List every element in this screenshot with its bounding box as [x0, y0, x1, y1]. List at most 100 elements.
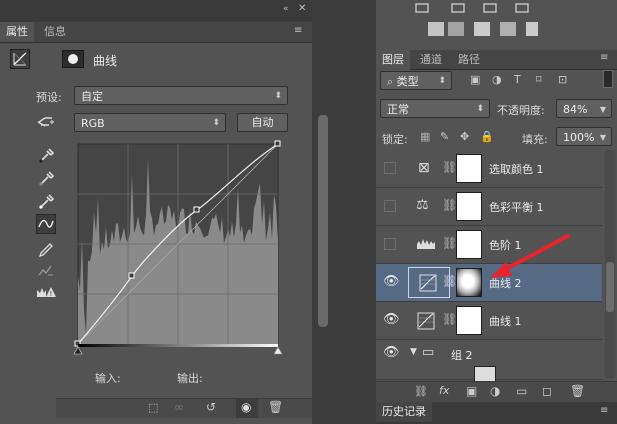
- curve-point[interactable]: [128, 272, 135, 279]
- group-child-thumbnail: [474, 366, 496, 382]
- blend-mode-value: 正常: [387, 103, 409, 116]
- group-row[interactable]: 👁 ▼ ▭ 组 2: [376, 340, 602, 382]
- dropdown-arrow-icon: ⬍: [274, 91, 282, 101]
- tab-channels[interactable]: 通道: [414, 50, 448, 70]
- filter-toggle-switch[interactable]: [603, 70, 613, 88]
- new-adjustment-layer-icon[interactable]: ◑: [490, 384, 500, 398]
- link-icon: ⛓: [442, 312, 458, 326]
- lock-transparent-pixels-icon[interactable]: ▦: [420, 130, 430, 143]
- panel-menu-icon[interactable]: ≡: [600, 405, 608, 416]
- new-layer-icon[interactable]: ◻: [542, 384, 552, 398]
- dropdown-arrow-icon: ▼: [599, 105, 606, 114]
- visibility-toggle[interactable]: [384, 162, 396, 174]
- filter-pixel-icon[interactable]: ▣: [470, 73, 480, 86]
- tab-history[interactable]: 历史记录: [376, 402, 432, 422]
- filter-adjustment-icon[interactable]: ◑: [492, 73, 502, 86]
- fill-input[interactable]: 100% ▼: [556, 127, 612, 146]
- link-icon: ⛓: [442, 160, 458, 174]
- output-gradient-bar: [78, 344, 278, 347]
- visibility-toggle[interactable]: [384, 238, 396, 250]
- layer-mask-icon[interactable]: [62, 50, 84, 68]
- fill-label: 填充:: [522, 133, 548, 146]
- folder-icon: ▭: [422, 345, 435, 360]
- output-label: 输出:: [177, 372, 203, 385]
- eye-icon[interactable]: 👁: [383, 274, 400, 289]
- opacity-label: 不透明度:: [497, 104, 545, 117]
- layer-style-fx-icon[interactable]: fx: [439, 384, 449, 397]
- delete-adjustment-icon[interactable]: 🗑: [268, 400, 283, 414]
- search-icon: ⌕: [387, 75, 397, 88]
- dropdown-arrow-icon: ⬍: [476, 104, 484, 114]
- properties-scrollbar[interactable]: [318, 115, 328, 327]
- expand-group-icon[interactable]: ▼: [410, 347, 417, 357]
- lock-all-icon[interactable]: 🔒: [480, 130, 494, 143]
- view-previous-state-icon[interactable]: ∞: [174, 400, 184, 414]
- delete-layer-icon[interactable]: 🗑: [570, 384, 585, 398]
- curve-point[interactable]: [193, 206, 200, 213]
- filter-smart-object-icon[interactable]: ⊡: [558, 73, 567, 86]
- layer-mask-thumbnail[interactable]: [456, 306, 482, 335]
- selective-color-icon: ⊠: [418, 160, 430, 176]
- input-label: 输入:: [95, 372, 121, 385]
- layer-mask-thumbnail[interactable]: [456, 154, 482, 183]
- filter-type-icon[interactable]: T: [514, 73, 521, 86]
- layer-row[interactable]: ⊠ ⛓ 选取颜色 1: [376, 150, 602, 188]
- eye-icon[interactable]: 👁: [383, 345, 400, 360]
- black-input-slider[interactable]: [73, 346, 83, 355]
- clip-to-layer-icon[interactable]: ⬚: [148, 401, 158, 414]
- opacity-input[interactable]: 84% ▼: [556, 99, 612, 118]
- toggle-visibility-icon[interactable]: ◉: [236, 399, 258, 418]
- smooth-curve-icon[interactable]: [36, 261, 56, 281]
- layer-filter-dropdown[interactable]: ⌕ 类型 ⬍: [380, 71, 452, 90]
- clipping-warning-icon[interactable]: !: [36, 284, 56, 304]
- tab-properties[interactable]: 属性: [0, 22, 34, 42]
- lock-image-pixels-icon[interactable]: ✎: [440, 130, 449, 143]
- tab-layers[interactable]: 图层: [376, 50, 410, 70]
- photo-filter-icon: [415, 3, 429, 13]
- white-input-slider[interactable]: [273, 346, 283, 355]
- adjustments-icons: [376, 0, 617, 50]
- channel-dropdown[interactable]: RGB ⬍: [74, 113, 226, 132]
- draw-pencil-icon[interactable]: [36, 238, 56, 258]
- sample-gray-point-icon[interactable]: [36, 168, 56, 188]
- panel-menu-icon[interactable]: ≡: [600, 52, 608, 63]
- filter-shape-icon[interactable]: ⌑: [536, 73, 542, 86]
- layer-row[interactable]: ⚖ ⛓ 色彩平衡 1: [376, 188, 602, 226]
- curve-point[interactable]: [274, 140, 281, 147]
- targeted-adjustment-hand-icon[interactable]: [36, 114, 56, 130]
- layer-row[interactable]: 👁 ⛓ 曲线 1: [376, 302, 602, 340]
- sample-white-point-icon[interactable]: [36, 191, 56, 211]
- preset-dropdown[interactable]: 自定 ⬍: [74, 86, 288, 105]
- channel-value: RGB: [81, 117, 105, 130]
- reset-icon[interactable]: ↺: [206, 400, 216, 414]
- eye-icon[interactable]: 👁: [383, 312, 400, 327]
- levels-icon: [416, 236, 436, 250]
- layers-tab-row: 图层 通道 路径 ≡: [376, 50, 617, 70]
- preset-label: 预设:: [36, 91, 62, 104]
- collapse-panel-icon[interactable]: «: [283, 4, 289, 14]
- fill-value: 100%: [563, 131, 595, 144]
- layer-mask-thumbnail[interactable]: [456, 192, 482, 221]
- sample-black-point-icon[interactable]: [36, 145, 56, 165]
- layers-scrollbar[interactable]: [605, 150, 615, 378]
- blend-mode-dropdown[interactable]: 正常 ⬍: [380, 99, 490, 118]
- visibility-toggle[interactable]: [384, 200, 396, 212]
- tab-paths[interactable]: 路径: [452, 50, 486, 70]
- preset-value: 自定: [81, 90, 103, 103]
- tab-info[interactable]: 信息: [38, 22, 72, 42]
- svg-text:!: !: [50, 290, 53, 298]
- auto-button[interactable]: 自动: [237, 113, 288, 132]
- lock-label: 锁定:: [382, 133, 408, 146]
- scrollbar-thumb[interactable]: [606, 262, 614, 312]
- link-icon: ⛓: [442, 198, 458, 212]
- dropdown-arrow-icon: ▼: [599, 133, 606, 142]
- add-mask-icon[interactable]: ▣: [466, 384, 477, 398]
- link-layers-icon[interactable]: ⛓: [414, 385, 428, 398]
- edit-points-curve-icon[interactable]: [36, 214, 56, 234]
- curves-graph[interactable]: [72, 140, 290, 362]
- new-group-icon[interactable]: ▭: [516, 384, 527, 398]
- lock-position-icon[interactable]: ✥: [460, 130, 469, 143]
- link-icon: ⛓: [442, 274, 458, 288]
- close-panel-icon[interactable]: ✕: [298, 3, 306, 14]
- panel-menu-icon[interactable]: ≡: [294, 25, 302, 36]
